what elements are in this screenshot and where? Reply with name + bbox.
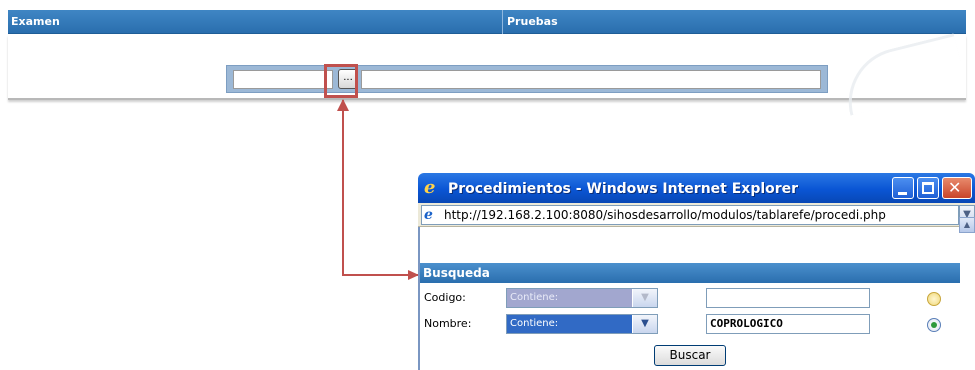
arrow-up-icon [337, 99, 349, 111]
scroll-up-button[interactable]: ▲ [959, 217, 975, 233]
connector-line [342, 100, 418, 276]
maximize-icon [922, 182, 934, 194]
window-title: Procedimientos - Windows Internet Explor… [448, 181, 799, 197]
minimize-icon [898, 192, 907, 195]
window-titlebar[interactable]: e Procedimientos - Windows Internet Expl… [418, 173, 975, 203]
ie-popup-window: e Procedimientos - Windows Internet Expl… [418, 173, 975, 370]
search-section-header: Busqueda [420, 263, 960, 283]
codigo-operator-value: Contiene: [507, 289, 632, 307]
codigo-search-input[interactable] [706, 288, 870, 308]
nombre-label: Nombre: [424, 317, 472, 330]
codigo-radio[interactable] [927, 292, 941, 306]
dropdown-arrow-icon: ▼ [633, 289, 657, 307]
minimize-button[interactable] [892, 177, 914, 199]
maximize-button[interactable] [917, 177, 939, 199]
address-bar: e http://192.168.2.100:8080/sihosdesarro… [418, 203, 975, 227]
dropdown-arrow-icon: ▼ [633, 315, 657, 333]
nombre-radio[interactable] [927, 318, 941, 332]
address-url: http://192.168.2.100:8080/sihosdesarroll… [444, 208, 886, 222]
close-button[interactable]: ✕ [942, 177, 972, 199]
codigo-operator-select[interactable]: Contiene: ▼ [506, 288, 658, 308]
page-icon: e [424, 207, 433, 223]
ie-logo-icon: e [424, 177, 436, 198]
codigo-label: Codigo: [424, 291, 466, 304]
nombre-search-input[interactable]: COPROLOGICO [706, 314, 870, 334]
nombre-operator-select[interactable]: Contiene: ▼ [506, 314, 658, 334]
nombre-operator-value: Contiene: [507, 315, 632, 333]
radio-selected-dot [931, 322, 937, 328]
address-field[interactable]: e http://192.168.2.100:8080/sihosdesarro… [421, 205, 959, 225]
search-button[interactable]: Buscar [654, 345, 726, 366]
close-icon: ✕ [948, 178, 962, 197]
